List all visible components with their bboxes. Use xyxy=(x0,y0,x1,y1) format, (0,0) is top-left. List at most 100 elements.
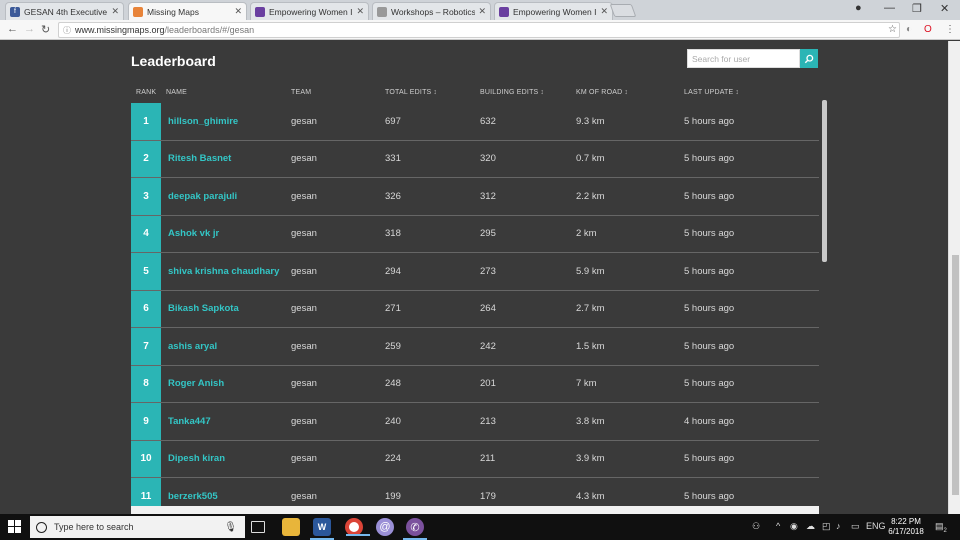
chrome-icon[interactable] xyxy=(345,518,370,536)
tab-title: Missing Maps xyxy=(147,6,199,17)
cloud-icon[interactable]: ☁ xyxy=(806,521,815,532)
user-name-link[interactable]: Bikash Sapkota xyxy=(168,291,239,328)
tab-title: Empowering Women In xyxy=(269,6,354,17)
browser-tab-strip: fGESAN 4th Executive Co✕Missing Maps✕Emp… xyxy=(0,0,960,20)
page-scrollbar[interactable] xyxy=(948,41,960,514)
user-name-link[interactable]: hillson_ghimire xyxy=(168,103,238,140)
table-row: 1 hillson_ghimire gesan 697 632 9.3 km 5 hours… xyxy=(131,103,819,141)
browser-tab[interactable]: Empowering Women In ✕ xyxy=(250,2,369,20)
people-icon[interactable]: ⚇ xyxy=(752,521,760,532)
building-edits-cell: 320 xyxy=(480,153,496,165)
last-update-cell: 4 hours ago xyxy=(684,415,735,427)
notification-icon[interactable]: ▤2 xyxy=(935,521,947,534)
sort-last-update[interactable]: LAST UPDATE ↕ xyxy=(684,89,739,96)
search-button[interactable] xyxy=(800,49,818,68)
app-icon[interactable]: @ xyxy=(376,518,394,536)
rank-badge: 2 xyxy=(131,140,161,177)
menu-icon[interactable]: ⋮ xyxy=(945,24,955,35)
sort-total-edits[interactable]: TOTAL EDITS ↕ xyxy=(385,89,437,96)
building-edits-cell: 201 xyxy=(480,378,496,390)
url-path: /leaderboards/#/gesan xyxy=(164,25,255,35)
browser-tab[interactable]: Workshops – Robotics A ✕ xyxy=(372,2,491,20)
info-icon[interactable]: ⓘ xyxy=(63,25,71,36)
user-name-link[interactable]: Roger Anish xyxy=(168,366,224,403)
rank-badge: 4 xyxy=(131,215,161,252)
team-cell: gesan xyxy=(291,265,317,277)
network-icon[interactable]: ◰ xyxy=(822,521,831,532)
favicon-icon xyxy=(133,6,143,17)
km-of-road-cell: 1.5 km xyxy=(576,340,605,352)
opera-extension-icon[interactable]: O xyxy=(924,24,932,35)
browser-tab[interactable]: f GESAN 4th Executive Co✕ xyxy=(5,2,124,20)
user-name-link[interactable]: ashis aryal xyxy=(168,328,217,365)
sort-arrows-icon: ↕ xyxy=(735,89,740,96)
horizontal-scrollbar[interactable] xyxy=(131,506,819,514)
total-edits-cell: 294 xyxy=(385,265,401,277)
favicon-icon xyxy=(377,6,387,17)
user-name-link[interactable]: deepak parajuli xyxy=(168,178,237,215)
windows-start-icon[interactable] xyxy=(8,520,21,533)
user-name-link[interactable]: Ashok vk jr xyxy=(168,216,219,253)
tray-expand-icon[interactable]: ^ xyxy=(776,521,780,531)
file-explorer-icon[interactable] xyxy=(282,518,300,536)
bookmark-star-icon[interactable]: ☆ xyxy=(888,24,897,35)
favicon-icon xyxy=(499,6,509,17)
minimize-icon[interactable]: — xyxy=(884,2,895,14)
rank-badge: 10 xyxy=(131,440,161,477)
language-indicator[interactable]: ENG xyxy=(866,521,886,531)
building-edits-cell: 273 xyxy=(480,265,496,277)
url-field[interactable]: ⓘ www.missingmaps.org /leaderboards/#/ge… xyxy=(58,22,900,38)
close-tab-icon[interactable]: ✕ xyxy=(356,6,364,17)
team-cell: gesan xyxy=(291,378,317,390)
table-scrollbar[interactable] xyxy=(822,100,828,514)
table-scrollbar-thumb[interactable] xyxy=(822,100,827,262)
team-cell: gesan xyxy=(291,303,317,315)
browser-tab[interactable]: Empowering Women In ✕ xyxy=(494,2,613,20)
user-name-link[interactable]: shiva krishna chaudhary xyxy=(168,253,279,290)
task-view-icon[interactable] xyxy=(251,521,265,533)
total-edits-cell: 697 xyxy=(385,115,401,127)
back-arrow-icon[interactable]: ← xyxy=(7,23,18,35)
sort-building-edits[interactable]: BUILDING EDITS ↕ xyxy=(480,89,544,96)
user-name-link[interactable]: Dipesh kiran xyxy=(168,441,225,478)
search-icon xyxy=(804,54,814,63)
page-title: Leaderboard xyxy=(131,53,216,69)
forward-arrow-icon[interactable]: → xyxy=(24,23,35,35)
last-update-cell: 5 hours ago xyxy=(684,303,735,315)
reload-icon[interactable]: ↻ xyxy=(41,23,50,36)
leaderboard-page: Leaderboard RANK NAME TEAM TOTAL EDITS↕ … xyxy=(0,41,960,514)
team-cell: gesan xyxy=(291,153,317,165)
viber-icon[interactable]: ✆ xyxy=(403,518,427,540)
team-cell: gesan xyxy=(291,190,317,202)
close-tab-icon[interactable]: ✕ xyxy=(111,6,119,17)
word-icon[interactable]: W xyxy=(310,518,334,540)
battery-icon[interactable]: ▭ xyxy=(851,521,860,532)
page-scrollbar-thumb[interactable] xyxy=(952,255,959,495)
extension-icon[interactable]: ◐ xyxy=(906,24,912,35)
browser-tab[interactable]: Missing Maps ✕ xyxy=(128,2,247,20)
total-edits-cell: 318 xyxy=(385,228,401,240)
microphone-icon[interactable]: 🎙 xyxy=(224,522,237,533)
new-tab-button[interactable] xyxy=(609,4,637,17)
total-edits-cell: 248 xyxy=(385,378,401,390)
team-cell: gesan xyxy=(291,115,317,127)
restore-icon[interactable]: ❐ xyxy=(912,2,922,15)
close-tab-icon[interactable]: ✕ xyxy=(234,6,242,17)
volume-icon[interactable]: ♪ xyxy=(836,521,841,531)
tray-app-icon[interactable]: ◉ xyxy=(790,521,798,532)
header-last-update: LAST UPDATE xyxy=(684,89,734,96)
close-tab-icon[interactable]: ✕ xyxy=(600,6,608,17)
building-edits-cell: 242 xyxy=(480,340,496,352)
search-input[interactable] xyxy=(687,49,800,68)
sort-km-of-road[interactable]: KM OF ROAD ↕ xyxy=(576,89,628,96)
close-window-icon[interactable]: ✕ xyxy=(940,2,949,15)
user-name-link[interactable]: Ritesh Basnet xyxy=(168,141,231,178)
taskbar-search[interactable]: Type here to search 🎙 xyxy=(30,516,245,538)
profile-icon[interactable]: ● xyxy=(855,2,862,14)
clock[interactable]: 8:22 PM 6/17/2018 xyxy=(886,517,926,537)
last-update-cell: 5 hours ago xyxy=(684,378,735,390)
close-tab-icon[interactable]: ✕ xyxy=(478,6,486,17)
km-of-road-cell: 7 km xyxy=(576,378,597,390)
rank-badge: 9 xyxy=(131,403,161,440)
user-name-link[interactable]: Tanka447 xyxy=(168,403,211,440)
